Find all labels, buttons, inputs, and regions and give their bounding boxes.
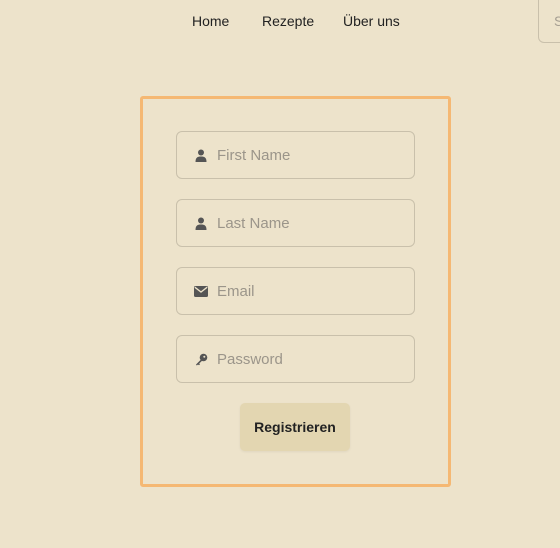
envelope-icon	[194, 284, 208, 298]
user-icon	[194, 148, 208, 162]
search-box	[538, 0, 560, 43]
last-name-input[interactable]	[217, 200, 407, 246]
search-input[interactable]	[539, 0, 560, 42]
email-field[interactable]	[176, 267, 415, 315]
first-name-field[interactable]	[176, 131, 415, 179]
first-name-input[interactable]	[217, 132, 407, 178]
registration-form: Registrieren	[140, 96, 451, 487]
password-input[interactable]	[217, 336, 407, 382]
nav-link-home[interactable]: Home	[192, 13, 229, 29]
last-name-field[interactable]	[176, 199, 415, 247]
email-input[interactable]	[217, 268, 407, 314]
user-icon	[194, 216, 208, 230]
register-button[interactable]: Registrieren	[240, 403, 350, 451]
top-nav: Home Rezepte Über uns	[0, 0, 560, 43]
nav-link-ueber-uns[interactable]: Über uns	[343, 13, 400, 29]
nav-link-rezepte[interactable]: Rezepte	[262, 13, 314, 29]
key-icon	[194, 352, 208, 366]
password-field[interactable]	[176, 335, 415, 383]
